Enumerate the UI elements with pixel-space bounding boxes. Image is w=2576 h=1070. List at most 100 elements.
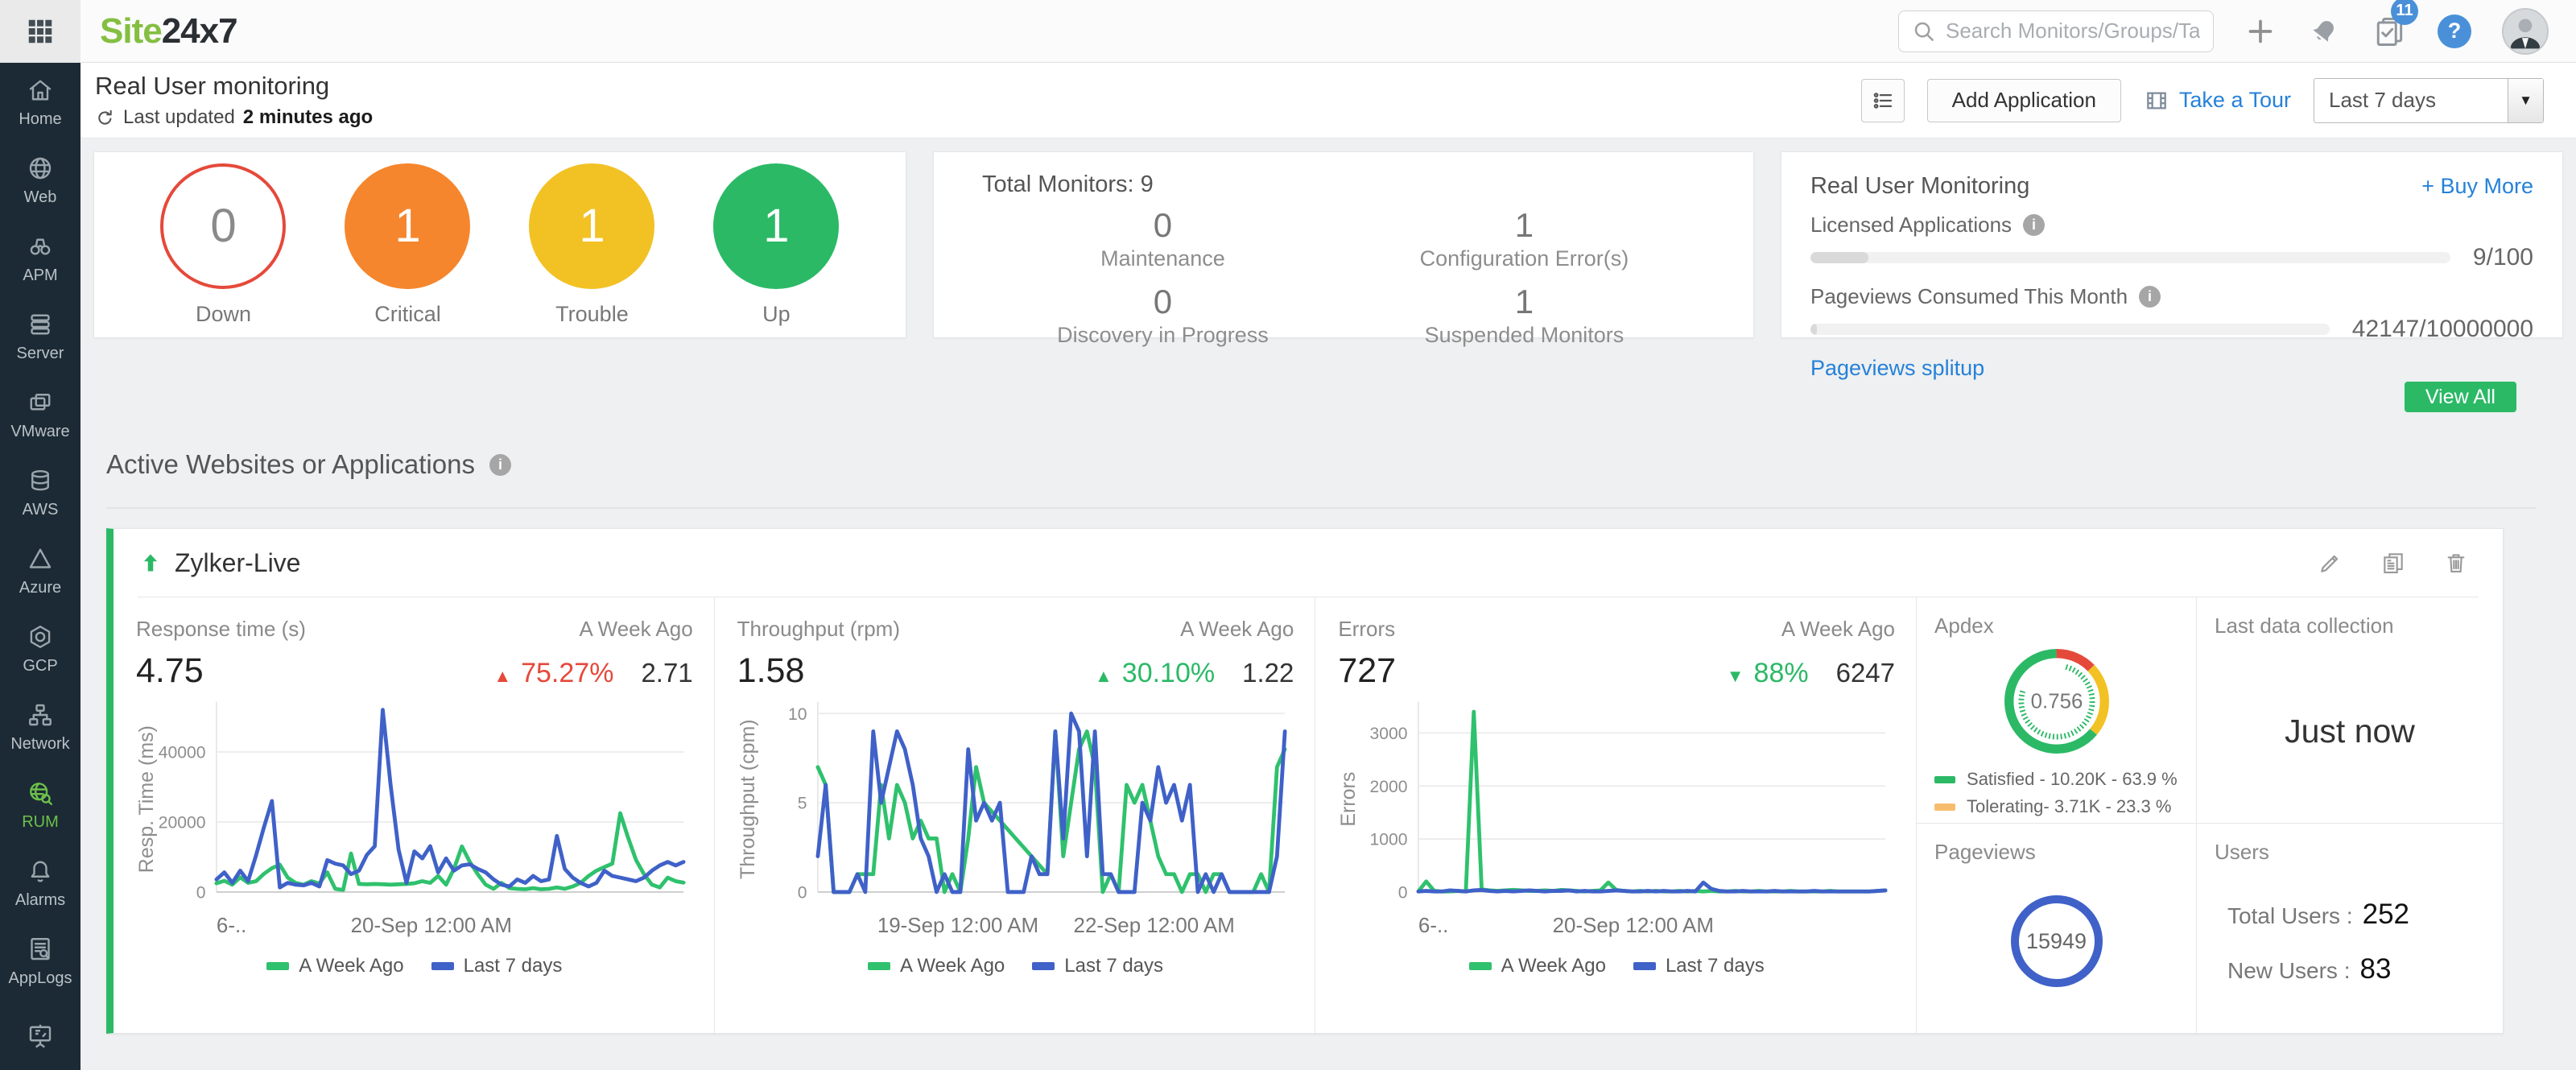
sidebar-item-web[interactable]: Web [0,141,80,219]
film-icon [2144,88,2169,114]
sidebar-item-rum[interactable]: RUM [0,766,80,844]
svg-text:Resp. Time (ms): Resp. Time (ms) [136,725,158,873]
last-updated: Last updated 2 minutes ago [95,106,373,129]
legend-week-ago[interactable]: A Week Ago [1469,955,1606,977]
info-icon[interactable]: i [2139,286,2161,308]
status-down[interactable]: 0 Down [160,163,286,327]
status-circle[interactable]: 0 [160,163,286,289]
view-all-button[interactable]: View All [2405,382,2516,412]
add-application-button[interactable]: Add Application [1927,79,2121,122]
response-time-chart: 02000040000Resp. Time (ms)6-..20-Sep 12:… [136,694,693,937]
change-percent: 30.10% [1122,658,1215,689]
status-circle[interactable]: 1 [529,163,654,289]
legend-week-ago[interactable]: A Week Ago [266,955,403,977]
legend-last-7-days[interactable]: Last 7 days [1032,955,1163,977]
svg-text:20000: 20000 [159,814,206,832]
announcement-bell-icon [2307,14,2341,48]
home-icon [26,76,55,105]
svg-text:0: 0 [1398,884,1408,903]
buy-more-link[interactable]: + Buy More [2421,174,2533,199]
user-avatar[interactable] [2502,8,2549,55]
topbar-actions: 11 ? [1898,8,2576,55]
tasks-button[interactable]: 11 [2372,14,2407,49]
chart-legend: A Week Ago Last 7 days [737,955,1294,977]
license-head: Real User Monitoring + Buy More [1810,173,2533,200]
info-icon[interactable]: i [489,454,511,476]
app-name[interactable]: Zylker-Live [175,548,300,578]
legend-last-7-days[interactable]: Last 7 days [1633,955,1765,977]
report-copy-icon[interactable] [2380,550,2406,576]
throughput-panel: Throughput (rpm) A Week Ago 1.58 ▲ 30.10… [715,597,1316,1033]
announcements-button[interactable] [2307,14,2341,48]
status-trouble[interactable]: 1 Trouble [529,163,654,327]
time-range-select[interactable]: Last 7 days ▼ [2314,78,2544,123]
legend-last-7-days[interactable]: Last 7 days [431,955,563,977]
svg-text:6-..: 6-.. [1418,915,1448,937]
errors-panel: Errors A Week Ago 727 ▼ 88% 6247 0100020… [1315,597,1917,1033]
sidebar-item-vmware[interactable]: VMware [0,375,80,453]
sidebar-item-apm[interactable]: APM [0,219,80,297]
users-title: Users [2215,840,2485,865]
svg-text:0.756: 0.756 [2030,690,2083,713]
status-circle[interactable]: 1 [713,163,839,289]
pageviews-splitup-link[interactable]: Pageviews splitup [1810,356,1984,381]
app-launcher-button[interactable] [0,0,80,62]
sidebar-item-applogs[interactable]: AppLogs [0,922,80,1000]
add-monitor-button[interactable] [2244,15,2277,48]
up-arrow-icon [139,552,162,574]
svg-text:20-Sep 12:00 AM: 20-Sep 12:00 AM [351,915,512,937]
help-button[interactable]: ? [2438,14,2471,48]
layout: Home Web APM Server VMware AWS Azure GC [0,63,2576,1070]
delete-icon[interactable] [2443,550,2469,576]
pageviews-panel: Pageviews 15949 [1917,824,2197,1033]
sidebar-item-server[interactable]: Server [0,297,80,375]
global-search[interactable] [1898,10,2214,52]
pageviews-consumed-value: 42147/10000000 [2352,316,2533,343]
sidebar-item-label: AppLogs [9,969,72,988]
main: Real User monitoring Last updated 2 minu… [80,63,2576,1070]
sidebar-item-label: VMware [10,423,69,441]
monitors-grid: 0Maintenance 1Configuration Error(s) 0Di… [982,206,1705,348]
sidebar-item-alarms[interactable]: Alarms [0,844,80,922]
svg-text:22-Sep 12:00 AM: 22-Sep 12:00 AM [1073,915,1234,937]
change-percent: 88% [1754,658,1809,689]
legend-chip [266,962,289,970]
license-card: Real User Monitoring + Buy More Licensed… [1781,151,2563,338]
sidebar-item-network[interactable]: Network [0,688,80,766]
progress-track [1810,252,2450,263]
status-critical[interactable]: 1 Critical [345,163,470,327]
info-icon[interactable]: i [2023,214,2045,236]
sidebar-item-home[interactable]: Home [0,63,80,141]
sidebar-item-label: Home [19,110,61,129]
svg-text:5: 5 [797,795,807,813]
edit-icon[interactable] [2318,550,2343,576]
legend-week-ago[interactable]: A Week Ago [868,955,1005,977]
sidebar-item-label: Web [24,188,57,207]
layers-icon [26,388,55,417]
sidebar-item-aws[interactable]: AWS [0,453,80,531]
legend-chip [1633,962,1656,970]
metric-title: Errors [1338,617,1395,642]
last-updated-label: Last updated [123,106,235,129]
progress-track [1810,324,2330,335]
change-direction-icon: ▲ [1095,666,1113,687]
site24x7-logo[interactable]: Site24x7 [100,11,237,52]
page-header-actions: Add Application Take a Tour Last 7 days … [1861,78,2544,123]
select-caret-box: ▼ [2508,79,2543,122]
take-a-tour-label: Take a Tour [2179,88,2291,113]
list-view-button[interactable] [1861,79,1905,122]
last-data-collection-value: Just now [2215,713,2485,750]
sidebar-item-more[interactable] [0,1000,80,1070]
status-circle[interactable]: 1 [345,163,470,289]
pageviews-title: Pageviews [1934,840,2178,865]
sidebar-item-azure[interactable]: Azure [0,531,80,609]
apdex-legend: Satisfied - 10.20K - 63.9 % Tolerating- … [1934,769,2178,824]
monitors-cell: 1Configuration Error(s) [1420,206,1629,271]
sidebar-item-gcp[interactable]: GCP [0,609,80,688]
total-monitors-card: Total Monitors: 9 0Maintenance 1Configur… [933,151,1754,338]
status-up[interactable]: 1 Up [713,163,839,327]
take-a-tour-link[interactable]: Take a Tour [2144,88,2291,114]
metric-current-value: 1.58 [737,651,805,691]
refresh-icon[interactable] [95,108,115,128]
search-input[interactable] [1946,19,2200,43]
